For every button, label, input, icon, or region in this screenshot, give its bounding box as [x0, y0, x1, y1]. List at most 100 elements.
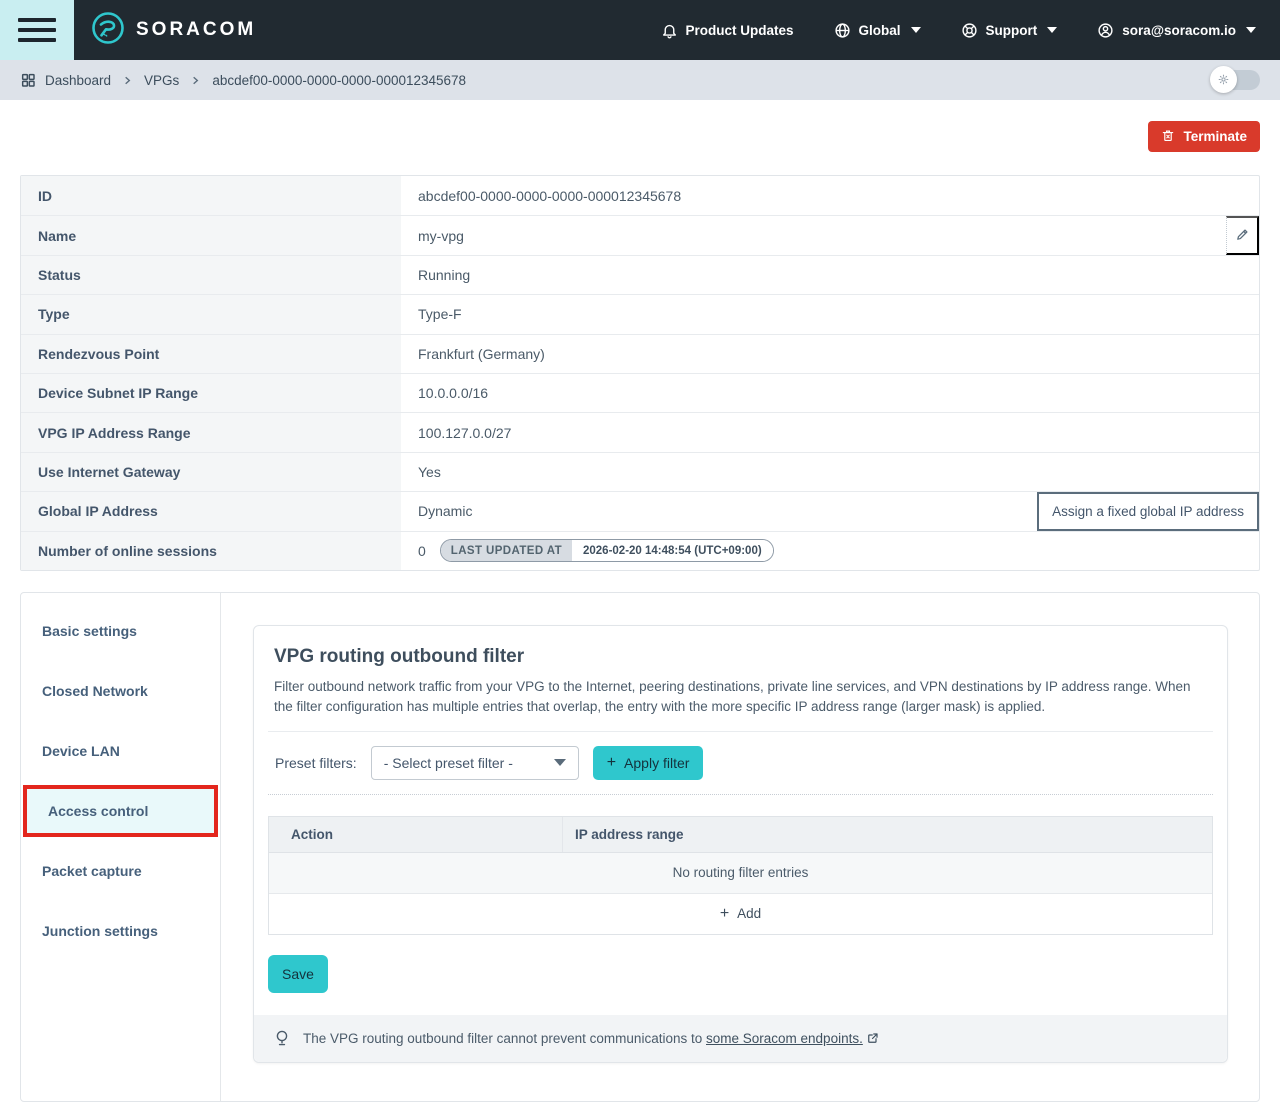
sidebar-item-packet-capture[interactable]: Packet capture: [21, 841, 220, 901]
nav-product-updates[interactable]: Product Updates: [661, 22, 794, 39]
chevron-down-icon: [1246, 27, 1256, 33]
note-text: The VPG routing outbound filter cannot p…: [303, 1031, 879, 1046]
sidebar-item-closed-network[interactable]: Closed Network: [21, 661, 220, 721]
nav-label: sora@soracom.io: [1122, 23, 1236, 38]
navbar-menu: Product Updates Global Support: [661, 22, 1256, 39]
sidebar-item-device-lan[interactable]: Device LAN: [21, 721, 220, 781]
vpg-status-value: Running: [418, 267, 470, 283]
soracom-logo[interactable]: SORACOM: [91, 11, 256, 50]
select-value: - Select preset filter -: [384, 755, 513, 771]
life-ring-icon: [961, 22, 978, 39]
row-label: ID: [21, 176, 401, 215]
breadcrumb-dashboard[interactable]: Dashboard: [45, 73, 111, 88]
row-label: Use Internet Gateway: [21, 453, 401, 491]
breadcrumb-vpg-id: abcdef00-0000-0000-0000-000012345678: [212, 73, 466, 88]
nav-account[interactable]: sora@soracom.io: [1097, 22, 1256, 39]
plus-icon: +: [720, 906, 729, 922]
breadcrumb-vpgs[interactable]: VPGs: [144, 73, 179, 88]
badge-label: LAST UPDATED AT: [441, 540, 572, 561]
preset-filters-label: Preset filters:: [275, 755, 357, 771]
filter-table-header: Action IP address range: [269, 817, 1212, 853]
pencil-icon: [1235, 227, 1250, 245]
table-row: ID abcdef00-0000-0000-0000-000012345678: [21, 176, 1259, 215]
add-filter-entry-button[interactable]: + Add: [269, 894, 1212, 934]
account-icon: [1097, 22, 1114, 39]
badge-timestamp: 2026-02-20 14:48:54 (UTC+09:00): [572, 540, 773, 561]
rendezvous-point-value: Frankfurt (Germany): [418, 346, 545, 362]
breadcrumb: Dashboard VPGs abcdef00-0000-0000-0000-0…: [0, 60, 1280, 100]
column-header-ip-range: IP address range: [563, 827, 1212, 842]
add-label: Add: [737, 906, 761, 921]
outbound-filter-card: VPG routing outbound filter Filter outbo…: [253, 625, 1228, 1063]
sidebar-item-access-control[interactable]: Access control: [27, 789, 214, 833]
vpg-details-table: ID abcdef00-0000-0000-0000-000012345678 …: [20, 175, 1260, 571]
vpg-type-value: Type-F: [418, 306, 462, 322]
empty-state-row: No routing filter entries: [269, 853, 1212, 894]
assign-fixed-ip-button[interactable]: Assign a fixed global IP address: [1037, 492, 1259, 530]
nav-support[interactable]: Support: [961, 22, 1058, 39]
apply-filter-button[interactable]: + Apply filter: [593, 746, 704, 780]
soracom-endpoints-link[interactable]: some Soracom endpoints.: [706, 1031, 863, 1046]
terminate-button[interactable]: Terminate: [1148, 121, 1260, 152]
sidebar-item-junction-settings[interactable]: Junction settings: [21, 901, 220, 961]
edit-name-button[interactable]: [1226, 216, 1259, 254]
chevron-down-icon: [554, 759, 566, 766]
save-button[interactable]: Save: [268, 955, 328, 993]
brand-name: SORACOM: [136, 19, 256, 41]
global-ip-value: Dynamic: [418, 503, 472, 519]
routing-filter-table: Action IP address range No routing filte…: [268, 816, 1213, 935]
row-label: Number of online sessions: [21, 532, 401, 570]
row-label: Device Subnet IP Range: [21, 374, 401, 412]
vpg-name-value: my-vpg: [418, 228, 464, 244]
endpoints-note: The VPG routing outbound filter cannot p…: [254, 1015, 1227, 1062]
theme-toggle[interactable]: [1212, 70, 1260, 90]
online-sessions-value: 0: [418, 543, 426, 559]
row-label: Name: [21, 216, 401, 254]
nav-label: Product Updates: [686, 23, 794, 38]
access-control-section: Basic settings Closed Network Device LAN…: [20, 592, 1260, 1102]
row-label: Status: [21, 256, 401, 294]
hamburger-menu-button[interactable]: [0, 0, 74, 60]
chevron-down-icon: [911, 27, 921, 33]
table-row: Use Internet Gateway Yes: [21, 452, 1259, 491]
table-row: Rendezvous Point Frankfurt (Germany): [21, 334, 1259, 373]
card-title: VPG routing outbound filter: [274, 646, 1207, 668]
device-subnet-value: 10.0.0.0/16: [418, 385, 488, 401]
nav-label: Support: [986, 23, 1038, 38]
settings-sidebar: Basic settings Closed Network Device LAN…: [21, 593, 221, 1101]
table-row: Name my-vpg: [21, 215, 1259, 254]
card-description: Filter outbound network traffic from you…: [274, 677, 1207, 717]
row-label: Rendezvous Point: [21, 335, 401, 373]
nav-global[interactable]: Global: [834, 22, 921, 39]
terminate-label: Terminate: [1183, 129, 1247, 144]
table-row: Global IP Address Dynamic Assign a fixed…: [21, 491, 1259, 530]
dashboard-grid-icon: [20, 72, 36, 88]
access-control-main: VPG routing outbound filter Filter outbo…: [221, 593, 1259, 1101]
preset-filter-select[interactable]: - Select preset filter -: [371, 746, 579, 780]
external-link-icon: [867, 1032, 879, 1044]
apply-filter-label: Apply filter: [624, 755, 689, 771]
preset-filters-row: Preset filters: - Select preset filter -…: [268, 731, 1213, 795]
soracom-swallow-icon: [91, 11, 125, 50]
annotation-highlight: Access control: [23, 785, 218, 837]
top-navbar: SORACOM Product Updates Global: [0, 0, 1280, 60]
chevron-right-icon: [190, 75, 201, 86]
note-text-before: The VPG routing outbound filter cannot p…: [303, 1031, 702, 1046]
bell-icon: [661, 22, 678, 39]
row-label: Type: [21, 295, 401, 333]
table-row: Number of online sessions 0 LAST UPDATED…: [21, 531, 1259, 570]
column-header-action: Action: [269, 817, 563, 852]
plus-icon: +: [607, 755, 616, 771]
vpg-ip-range-value: 100.127.0.0/27: [418, 425, 511, 441]
sidebar-item-basic-settings[interactable]: Basic settings: [21, 601, 220, 661]
internet-gateway-value: Yes: [418, 464, 441, 480]
table-row: Type Type-F: [21, 294, 1259, 333]
trash-icon: [1161, 128, 1175, 146]
sun-icon: [1210, 66, 1237, 93]
table-row: VPG IP Address Range 100.127.0.0/27: [21, 412, 1259, 451]
row-label: Global IP Address: [21, 492, 401, 530]
nav-label: Global: [859, 23, 901, 38]
last-updated-badge: LAST UPDATED AT 2026-02-20 14:48:54 (UTC…: [440, 539, 774, 562]
row-label: VPG IP Address Range: [21, 413, 401, 451]
chevron-right-icon: [122, 75, 133, 86]
